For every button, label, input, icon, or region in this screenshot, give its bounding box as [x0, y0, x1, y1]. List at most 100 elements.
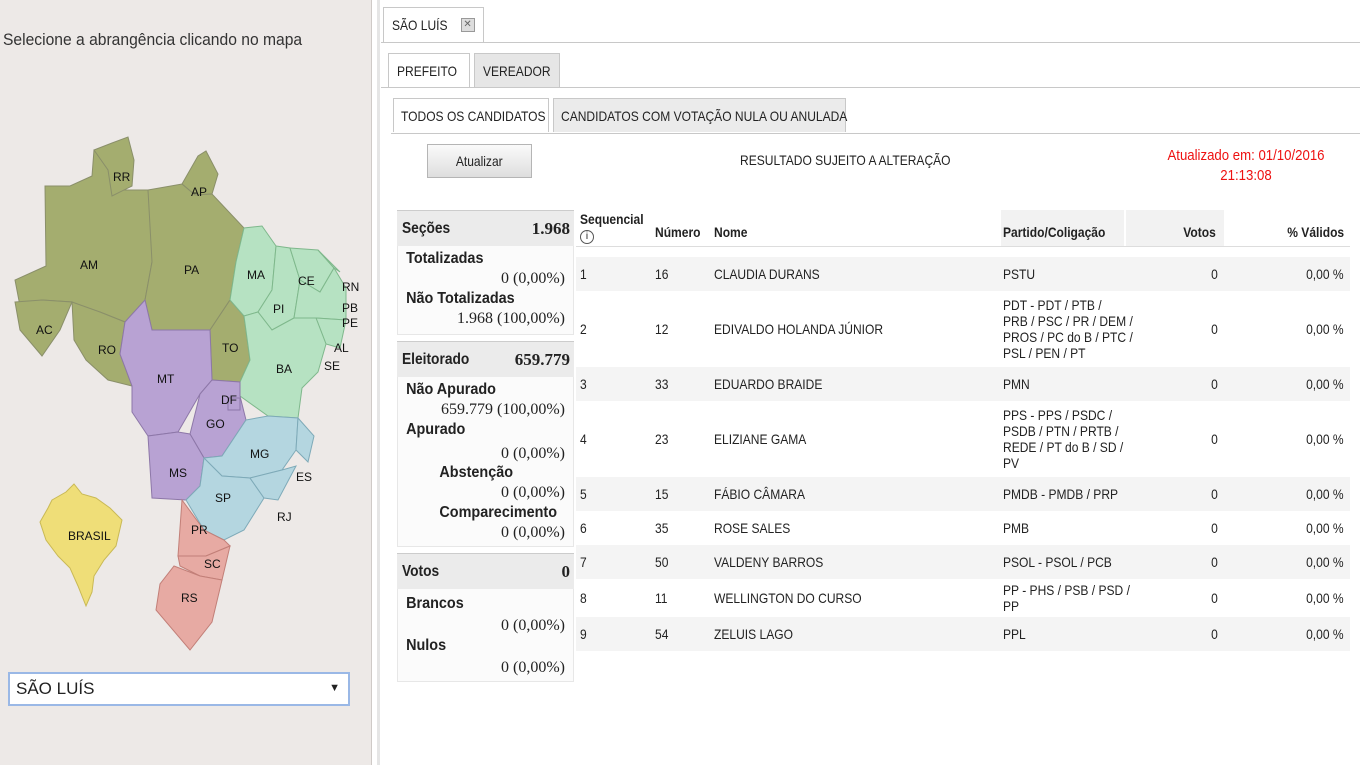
cell-votos: 0: [1211, 520, 1218, 536]
cell-partido: PPS - PPS / PSDC / PSDB / PTN / PRTB / RED…: [1003, 407, 1124, 471]
svg-text:RS: RS: [181, 591, 198, 605]
candidates-table: Sequencial i Número Nome Partido/Coligaçã…: [576, 210, 1350, 651]
svg-text:AL: AL: [334, 341, 349, 355]
eleitorado-header: Eleitorado 659.779: [397, 341, 574, 377]
cell-sequencial: 4: [580, 431, 587, 447]
tab-candidatos-nulos[interactable]: CANDIDATOS COM VOTAÇÃO NULA OU ANULADA: [553, 98, 847, 132]
table-body: 1 16 CLAUDIA DURANS 0 0,00 % PSTU 2 12 EDIVALDO …: [576, 257, 1350, 651]
svg-text:BA: BA: [276, 362, 292, 376]
table-row[interactable]: 7 50 VALDENY BARROS 0 0,00 % PSOL - PSOL / PC…: [576, 545, 1350, 579]
dropdown-arrow-icon: ▼: [329, 682, 340, 694]
cell-votos: 0: [1211, 266, 1218, 282]
results-panel: SÃO LUÍS ✕ PREFEITO VEREADOR TODOS OS CA…: [381, 0, 1360, 765]
info-icon[interactable]: i: [580, 230, 594, 244]
brasil-map-button[interactable]: [39, 483, 123, 608]
cell-sequencial: 1: [580, 266, 587, 282]
secoes-body: Totalizadas 0 (0,00%) Não Totalizadas 1.…: [397, 246, 574, 335]
stats-panel: Seções 1.968 Totalizadas 0 (0,00%) Não To…: [397, 210, 574, 682]
cell-votos: 0: [1211, 431, 1218, 447]
city-select[interactable]: SÃO LUÍS ▼: [8, 672, 350, 706]
state-es[interactable]: [295, 416, 315, 463]
svg-text:AM: AM: [80, 258, 98, 272]
svg-text:SC: SC: [204, 557, 221, 571]
cell-sequencial: 3: [580, 376, 587, 392]
update-button[interactable]: Atualizar: [427, 144, 532, 178]
col-partido[interactable]: Partido/Coligação: [1003, 224, 1122, 240]
panel-divider[interactable]: [377, 0, 380, 765]
map-panel: Selecione a abrangência clicando no mapa: [0, 0, 372, 765]
table-row[interactable]: 9 54 ZELUIS LAGO 0 0,00 % PPL: [576, 617, 1350, 651]
svg-text:MS: MS: [169, 466, 187, 480]
cell-validos: 0,00 %: [1306, 486, 1344, 502]
svg-text:AC: AC: [36, 323, 53, 337]
svg-text:RR: RR: [113, 170, 131, 184]
cell-validos: 0,00 %: [1306, 590, 1344, 606]
svg-text:PE: PE: [342, 316, 358, 330]
svg-text:PI: PI: [273, 302, 284, 316]
table-row[interactable]: 6 35 ROSE SALES 0 0,00 % PMB: [576, 511, 1350, 545]
table-row[interactable]: 8 11 WELLINGTON DO CURSO 0 0,00 % PP - PHS / …: [576, 579, 1350, 617]
cell-partido: PDT - PDT / PTB / PRB / PSC / PR / DEM / P…: [1003, 297, 1133, 361]
svg-text:ES: ES: [296, 470, 312, 484]
cell-nome: ZELUIS LAGO: [714, 626, 793, 642]
table-row[interactable]: 5 15 FÁBIO CÂMARA 0 0,00 % PMDB - PMDB / PRP: [576, 477, 1350, 511]
col-nome[interactable]: Nome: [714, 224, 753, 240]
result-notice: RESULTADO SUJEITO A ALTERAÇÃO: [740, 152, 951, 168]
svg-text:RN: RN: [342, 280, 359, 294]
cell-nome: ELIZIANE GAMA: [714, 431, 807, 447]
table-row[interactable]: 1 16 CLAUDIA DURANS 0 0,00 % PSTU: [576, 257, 1350, 291]
svg-text:MT: MT: [157, 372, 175, 386]
cell-validos: 0,00 %: [1306, 321, 1344, 337]
tab-todos-candidatos[interactable]: TODOS OS CANDIDATOS: [393, 98, 549, 132]
svg-text:PB: PB: [342, 301, 358, 315]
cell-validos: 0,00 %: [1306, 376, 1344, 392]
col-votos[interactable]: Votos: [1178, 224, 1216, 240]
cell-numero: 16: [655, 266, 669, 282]
col-validos[interactable]: % Válidos: [1278, 224, 1344, 240]
cell-votos: 0: [1211, 486, 1218, 502]
state-rs[interactable]: [155, 565, 223, 651]
cell-numero: 33: [655, 376, 669, 392]
cell-votos: 0: [1211, 376, 1218, 392]
svg-text:BRASIL: BRASIL: [68, 529, 111, 543]
cell-sequencial: 5: [580, 486, 587, 502]
cell-validos: 0,00 %: [1306, 554, 1344, 570]
svg-text:GO: GO: [206, 417, 225, 431]
cell-votos: 0: [1211, 590, 1218, 606]
updated-timestamp: Atualizado em: 01/10/2016 21:13:08: [1167, 147, 1325, 184]
tab-city[interactable]: SÃO LUÍS ✕: [383, 7, 484, 42]
cell-numero: 12: [655, 321, 669, 337]
svg-text:PA: PA: [184, 263, 199, 277]
cell-nome: WELLINGTON DO CURSO: [714, 590, 862, 606]
cell-validos: 0,00 %: [1306, 520, 1344, 536]
cell-sequencial: 6: [580, 520, 587, 536]
cell-sequencial: 9: [580, 626, 587, 642]
cell-partido: PMB: [1003, 520, 1030, 536]
svg-text:PR: PR: [191, 523, 208, 537]
svg-text:TO: TO: [222, 341, 238, 355]
col-numero[interactable]: Número: [655, 224, 708, 240]
cell-nome: FÁBIO CÂMARA: [714, 486, 805, 502]
cell-partido: PP - PHS / PSB / PSD / PP: [1003, 582, 1130, 614]
cell-nome: VALDENY BARROS: [714, 554, 824, 570]
table-row[interactable]: 3 33 EDUARDO BRAIDE 0 0,00 % PMN: [576, 367, 1350, 401]
cell-partido: PMDB - PMDB / PRP: [1003, 486, 1119, 502]
cell-partido: PMN: [1003, 376, 1030, 392]
cell-sequencial: 7: [580, 554, 587, 570]
tab-vereador[interactable]: VEREADOR: [474, 53, 560, 87]
table-row[interactable]: 2 12 EDIVALDO HOLANDA JÚNIOR 0 0,00 % PDT - P…: [576, 291, 1350, 367]
cell-sequencial: 2: [580, 321, 587, 337]
cell-validos: 0,00 %: [1306, 626, 1344, 642]
secoes-header: Seções 1.968: [397, 210, 574, 246]
eleitorado-body: Não Apurado 659.779 (100,00%) Apurado 0 …: [397, 377, 574, 547]
table-row[interactable]: 4 23 ELIZIANE GAMA 0 0,00 % PPS - PPS / PSDC …: [576, 401, 1350, 477]
cell-numero: 11: [655, 590, 668, 606]
svg-text:MG: MG: [250, 447, 269, 461]
col-sequencial[interactable]: Sequencial i: [580, 212, 654, 244]
close-tab-icon[interactable]: ✕: [460, 18, 475, 32]
votos-body: Brancos 0 (0,00%) Nulos 0 (0,00%): [397, 589, 574, 682]
brazil-map: RR AP AM PA MA CE RN PB PE AL SE PI AC R…: [14, 136, 359, 651]
tab-prefeito[interactable]: PREFEITO: [388, 53, 470, 87]
cell-numero: 54: [655, 626, 669, 642]
svg-text:AP: AP: [191, 185, 207, 199]
